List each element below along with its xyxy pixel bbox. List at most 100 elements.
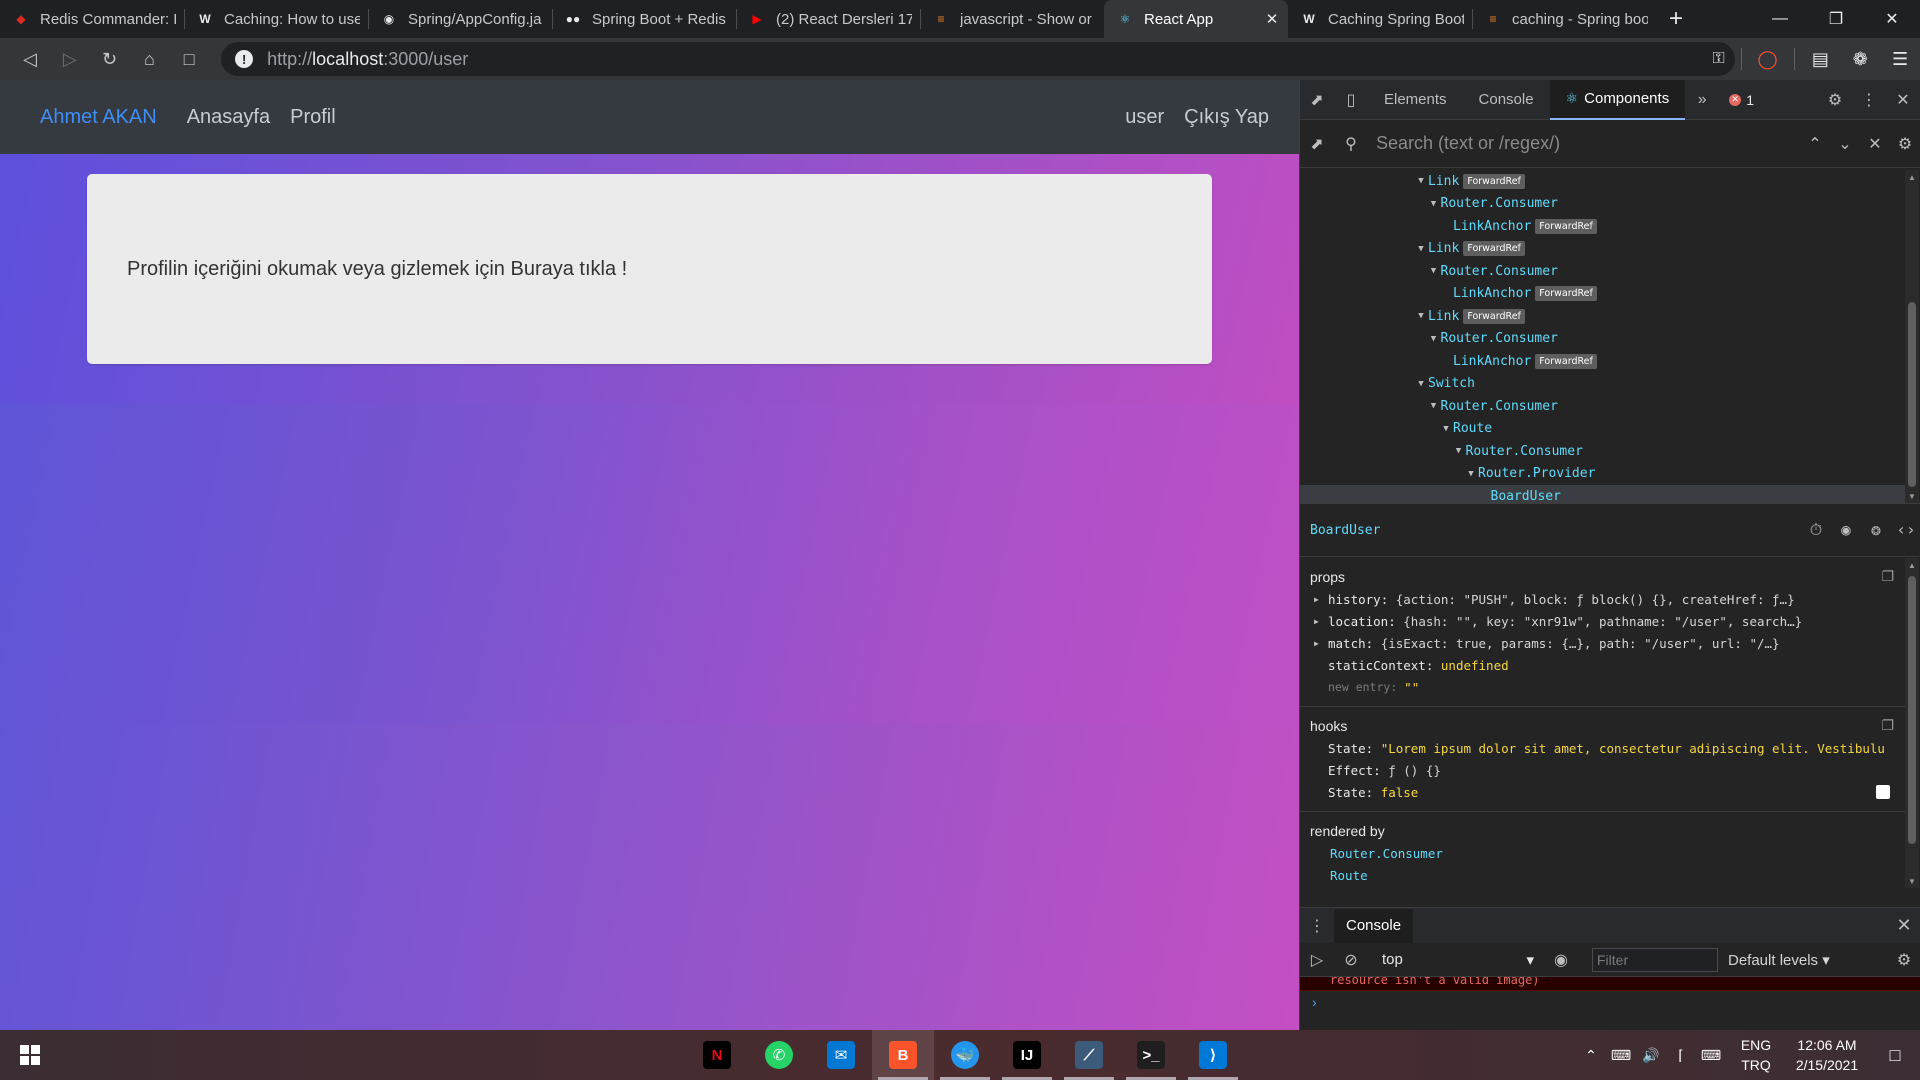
scroll-up-icon[interactable]: ▲ [1905,558,1919,572]
nav-logout-link[interactable]: Çıkış Yap [1184,106,1269,129]
copy-hooks-icon[interactable]: ❐ [1881,717,1894,734]
browser-tab[interactable]: W Caching Spring Boot [1288,0,1472,38]
component-search-input[interactable] [1368,128,1748,159]
browser-tab[interactable]: ≡ javascript - Show or [920,0,1104,38]
notifications-icon[interactable]: □ [1870,1045,1920,1066]
expand-caret-icon[interactable]: ▼ [1414,176,1428,186]
expand-caret-icon[interactable]: ▼ [1452,446,1466,456]
browser-tab[interactable]: ▶ (2) React Dersleri 17 [736,0,920,38]
intellij-app[interactable]: IJ [996,1030,1058,1080]
address-bar[interactable]: ! http://localhost:3000/user ⚿ [221,42,1735,76]
tree-node[interactable]: ▼ Link ForwardRef [1300,238,1906,261]
console-filter-input[interactable] [1592,947,1718,972]
tree-node[interactable]: ▼ Router.Consumer [1300,440,1906,463]
console-settings-icon[interactable]: ⚙ [1887,940,1920,980]
tree-node[interactable]: ▼ Router.Provider [1300,463,1906,486]
mail-app[interactable]: ✉ [810,1030,872,1080]
device-toggle-icon[interactable]: ▯ [1334,80,1368,120]
tree-scrollbar[interactable]: ▲ ▼ [1905,170,1919,503]
expand-caret-icon[interactable]: ▼ [1427,266,1441,276]
prop-row[interactable]: ▶ location: {hash: "", key: "xnr91w", pat… [1310,610,1906,632]
expand-caret-icon[interactable]: ▶ [1314,595,1328,604]
browser-tab[interactable]: W Caching: How to use [184,0,368,38]
close-tab-icon[interactable]: ✕ [1264,10,1280,28]
expand-caret-icon[interactable]: ▼ [1414,379,1428,389]
forward-button[interactable]: ▷ [50,43,90,75]
tab-console[interactable]: Console [1463,80,1550,120]
search-clear-icon[interactable]: ✕ [1860,124,1890,164]
tree-node[interactable]: LinkAnchor ForwardRef [1300,350,1906,373]
password-key-icon[interactable]: ⚿ [1713,50,1725,68]
prop-row[interactable]: ▶ match: {isExact: true, params: {…}, pat… [1310,632,1906,654]
search-prev-icon[interactable]: ⌃ [1800,124,1830,164]
new-tab-button[interactable]: + [1656,0,1696,38]
new-entry-value[interactable]: "" [1404,680,1419,695]
tab-elements[interactable]: Elements [1368,80,1463,120]
new-prop-entry[interactable]: new entry: "" [1310,676,1906,698]
back-button[interactable]: ◁ [10,43,50,75]
tree-node[interactable]: ▼ Router.Consumer [1300,395,1906,418]
live-expression-eye-icon[interactable]: ◉ [1544,940,1578,980]
profile-toggle-card[interactable]: Profilin içeriğini okumak veya gizlemek … [87,174,1212,364]
tree-node[interactable]: ▼ Link ForwardRef [1300,170,1906,193]
select-component-icon[interactable]: ⬈ [1300,124,1334,164]
menu-icon[interactable]: ☰ [1880,43,1920,75]
error-counter[interactable]: ✕ 1 [1729,92,1754,108]
expand-caret-icon[interactable]: ▼ [1414,244,1428,254]
tree-node[interactable]: LinkAnchor ForwardRef [1300,283,1906,306]
inspector-scrollbar[interactable]: ▲ ▼ [1905,558,1919,888]
close-window-button[interactable]: ✕ [1864,0,1920,38]
home-button[interactable]: ⌂ [129,43,169,75]
scroll-down-icon[interactable]: ▼ [1905,874,1919,888]
tree-node[interactable]: ▼ Router.Consumer [1300,260,1906,283]
bookmark-icon[interactable]: □ [169,43,209,75]
tray-overflow-icon[interactable]: ⌃ [1576,1047,1606,1064]
console-sidebar-icon[interactable]: ▷ [1300,940,1334,980]
clock[interactable]: 12:06 AM 2/15/2021 [1784,1035,1870,1075]
browser-tab[interactable]: ◆ Redis Commander: H [0,0,184,38]
prop-row[interactable]: ▶ history: {action: "PUSH", block: ƒ bloc… [1310,588,1906,610]
drawer-tab-console[interactable]: Console [1334,908,1414,943]
netflix-app[interactable]: N [686,1030,748,1080]
tree-node[interactable]: LinkAnchor ForwardRef [1300,215,1906,238]
inspect-dom-eye-icon[interactable]: ◉ [1831,520,1861,540]
more-tabs-icon[interactable]: » [1685,80,1719,120]
browser-tab[interactable]: ◉ Spring/AppConfig.ja [368,0,552,38]
inspect-element-icon[interactable]: ⬈ [1300,80,1334,120]
expand-caret-icon[interactable]: ▼ [1427,199,1441,209]
scroll-thumb[interactable] [1908,576,1916,844]
minimize-button[interactable]: — [1752,0,1808,38]
nav-home-link[interactable]: Anasayfa [187,106,270,129]
maximize-button[interactable]: ❐ [1808,0,1864,38]
docker-app[interactable]: 🐳 [934,1030,996,1080]
search-next-icon[interactable]: ⌄ [1830,124,1860,164]
expand-caret-icon[interactable]: ▼ [1439,424,1453,434]
scroll-thumb[interactable] [1908,302,1916,487]
clear-console-icon[interactable]: ⊘ [1334,940,1368,980]
vscode-app[interactable]: ⟩ [1182,1030,1244,1080]
scroll-up-icon[interactable]: ▲ [1905,170,1919,184]
whatsapp-app[interactable]: ✆ [748,1030,810,1080]
nav-user-link[interactable]: user [1125,106,1164,129]
brave-shields-icon[interactable]: ◯ [1748,43,1788,75]
console-prompt[interactable]: › [1300,991,1920,1013]
log-levels-select[interactable]: Default levels ▾ [1728,951,1830,969]
tree-node[interactable]: BoardUser [1300,485,1906,503]
brave-app[interactable]: B [872,1030,934,1080]
expand-caret-icon[interactable]: ▼ [1427,334,1441,344]
brand-link[interactable]: Ahmet AKAN [40,106,157,129]
network-icon[interactable]: ⌈ [1666,1047,1696,1064]
expand-caret-icon[interactable]: ▶ [1314,617,1328,626]
ime-icon[interactable]: ⌨ [1606,1047,1636,1064]
state-toggle-checkbox[interactable] [1876,785,1890,799]
tab-components[interactable]: ⚛ Components [1549,79,1686,120]
tree-node[interactable]: ▼ Link ForwardRef [1300,305,1906,328]
language-indicator[interactable]: ENG TRQ [1734,1035,1778,1075]
profile-toggle-text[interactable]: Profilin içeriğini okumak veya gizlemek … [127,258,627,281]
expand-caret-icon[interactable]: ▼ [1464,469,1478,479]
expand-caret-icon[interactable]: ▼ [1427,401,1441,411]
close-drawer-icon[interactable]: ✕ [1887,915,1920,936]
site-info-icon[interactable]: ! [235,50,254,68]
tree-node[interactable]: ▼ Router.Consumer [1300,328,1906,351]
terminal-app[interactable]: >_ [1120,1030,1182,1080]
